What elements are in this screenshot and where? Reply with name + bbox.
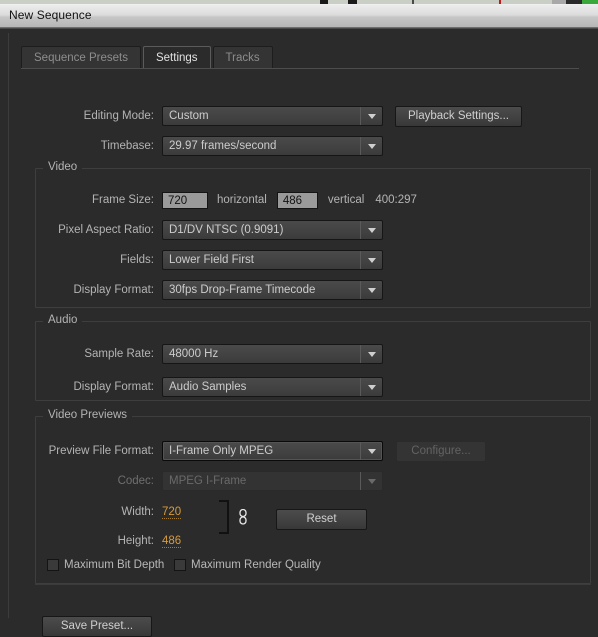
maximum-render-quality-checkbox[interactable] bbox=[174, 559, 186, 571]
sample-rate-label: Sample Rate: bbox=[84, 348, 154, 360]
frame-size-ratio: 400:297 bbox=[375, 194, 417, 206]
height-row: Height: 486 bbox=[21, 531, 321, 551]
tab-underline bbox=[21, 68, 579, 69]
new-sequence-dialog: New Sequence Sequence Presets Settings T… bbox=[0, 4, 598, 637]
save-preset-button[interactable]: Save Preset... bbox=[42, 616, 152, 637]
height-label: Height: bbox=[117, 535, 154, 547]
dialog-content-panel: Sequence Presets Settings Tracks Editing… bbox=[8, 33, 591, 637]
frame-size-label: Frame Size: bbox=[92, 194, 154, 206]
sample-rate-row: Sample Rate: 48000 Hz bbox=[21, 344, 581, 364]
frame-size-horizontal-label: horizontal bbox=[217, 194, 267, 206]
chevron-down-icon bbox=[360, 251, 382, 269]
frame-size-row: Frame Size: 720 horizontal 486 vertical … bbox=[21, 190, 581, 210]
chevron-down-icon bbox=[360, 221, 382, 239]
codec-select: MPEG I-Frame bbox=[162, 471, 383, 491]
playback-settings-button[interactable]: Playback Settings... bbox=[395, 105, 522, 127]
dialog-titlebar[interactable]: New Sequence bbox=[0, 5, 598, 28]
chevron-down-icon bbox=[360, 107, 382, 125]
audio-display-format-row: Display Format: Audio Samples bbox=[21, 377, 581, 397]
tab-sequence-presets[interactable]: Sequence Presets bbox=[21, 46, 141, 69]
maximum-bit-depth-label: Maximum Bit Depth bbox=[64, 559, 165, 571]
codec-row: Codec: MPEG I-Frame bbox=[21, 471, 581, 491]
fields-value: Lower Field First bbox=[169, 254, 254, 266]
fields-row: Fields: Lower Field First bbox=[21, 250, 581, 270]
pixel-aspect-ratio-select[interactable]: D1/DV NTSC (0.9091) bbox=[162, 220, 383, 240]
dialog-body: Sequence Presets Settings Tracks Editing… bbox=[0, 28, 598, 637]
pixel-aspect-ratio-row: Pixel Aspect Ratio: D1/DV NTSC (0.9091) bbox=[21, 220, 581, 240]
codec-label: Codec: bbox=[117, 475, 154, 487]
preview-file-format-label: Preview File Format: bbox=[48, 445, 154, 457]
tab-bar: Sequence Presets Settings Tracks bbox=[21, 46, 275, 69]
video-previews-group-label: Video Previews bbox=[43, 409, 133, 421]
maximum-render-quality-label: Maximum Render Quality bbox=[191, 559, 321, 571]
fields-label: Fields: bbox=[120, 254, 154, 266]
frame-size-horizontal-input[interactable]: 720 bbox=[162, 191, 208, 209]
footer-separator bbox=[35, 584, 591, 585]
timebase-select[interactable]: 29.97 frames/second bbox=[162, 136, 383, 156]
chain-link-icon[interactable] bbox=[238, 508, 248, 525]
video-group-label: Video bbox=[43, 161, 83, 173]
audio-display-format-value: Audio Samples bbox=[169, 381, 247, 393]
editing-mode-value: Custom bbox=[169, 110, 209, 122]
width-value[interactable]: 720 bbox=[162, 506, 182, 519]
pixel-aspect-ratio-value: D1/DV NTSC (0.9091) bbox=[169, 224, 284, 236]
maximum-bit-depth-checkbox-row[interactable]: Maximum Bit Depth bbox=[47, 559, 164, 571]
video-display-format-row: Display Format: 30fps Drop-Frame Timecod… bbox=[21, 280, 581, 300]
width-label: Width: bbox=[121, 506, 154, 518]
audio-display-format-select[interactable]: Audio Samples bbox=[162, 377, 383, 397]
chevron-down-icon bbox=[360, 472, 382, 490]
editing-mode-row: Editing Mode: Custom Playback Settings..… bbox=[21, 105, 581, 127]
configure-button[interactable]: Configure... bbox=[396, 440, 486, 462]
editing-mode-label: Editing Mode: bbox=[83, 110, 154, 122]
video-display-format-value: 30fps Drop-Frame Timecode bbox=[169, 284, 316, 296]
reset-button[interactable]: Reset bbox=[276, 509, 367, 530]
height-value[interactable]: 486 bbox=[162, 535, 182, 548]
sample-rate-value: 48000 Hz bbox=[169, 348, 219, 360]
video-display-format-select[interactable]: 30fps Drop-Frame Timecode bbox=[162, 280, 383, 300]
dialog-title: New Sequence bbox=[9, 8, 92, 22]
fields-select[interactable]: Lower Field First bbox=[162, 250, 383, 270]
chevron-down-icon bbox=[360, 281, 382, 299]
preview-file-format-select[interactable]: I-Frame Only MPEG bbox=[162, 441, 383, 461]
tab-settings[interactable]: Settings bbox=[142, 46, 211, 69]
audio-group-label: Audio bbox=[43, 314, 83, 326]
audio-display-format-label: Display Format: bbox=[73, 381, 154, 393]
frame-size-vertical-label: vertical bbox=[327, 194, 365, 206]
editing-mode-select[interactable]: Custom bbox=[162, 106, 383, 126]
timebase-row: Timebase: 29.97 frames/second bbox=[21, 136, 581, 156]
sample-rate-select[interactable]: 48000 Hz bbox=[162, 344, 383, 364]
timebase-value: 29.97 frames/second bbox=[169, 140, 277, 152]
tab-tracks[interactable]: Tracks bbox=[212, 46, 273, 69]
link-bracket bbox=[219, 500, 229, 534]
video-display-format-label: Display Format: bbox=[73, 284, 154, 296]
frame-size-vertical-input[interactable]: 486 bbox=[276, 191, 318, 209]
chevron-down-icon bbox=[360, 378, 382, 396]
preview-file-format-value: I-Frame Only MPEG bbox=[169, 445, 274, 457]
maximum-render-quality-checkbox-row[interactable]: Maximum Render Quality bbox=[174, 559, 321, 571]
timebase-label: Timebase: bbox=[100, 140, 154, 152]
chevron-down-icon bbox=[360, 345, 382, 363]
codec-value: MPEG I-Frame bbox=[169, 475, 247, 487]
pixel-aspect-ratio-label: Pixel Aspect Ratio: bbox=[58, 224, 154, 236]
chevron-down-icon bbox=[360, 137, 382, 155]
preview-file-format-row: Preview File Format: I-Frame Only MPEG C… bbox=[21, 440, 581, 462]
maximum-bit-depth-checkbox[interactable] bbox=[47, 559, 59, 571]
chevron-down-icon bbox=[360, 442, 382, 460]
